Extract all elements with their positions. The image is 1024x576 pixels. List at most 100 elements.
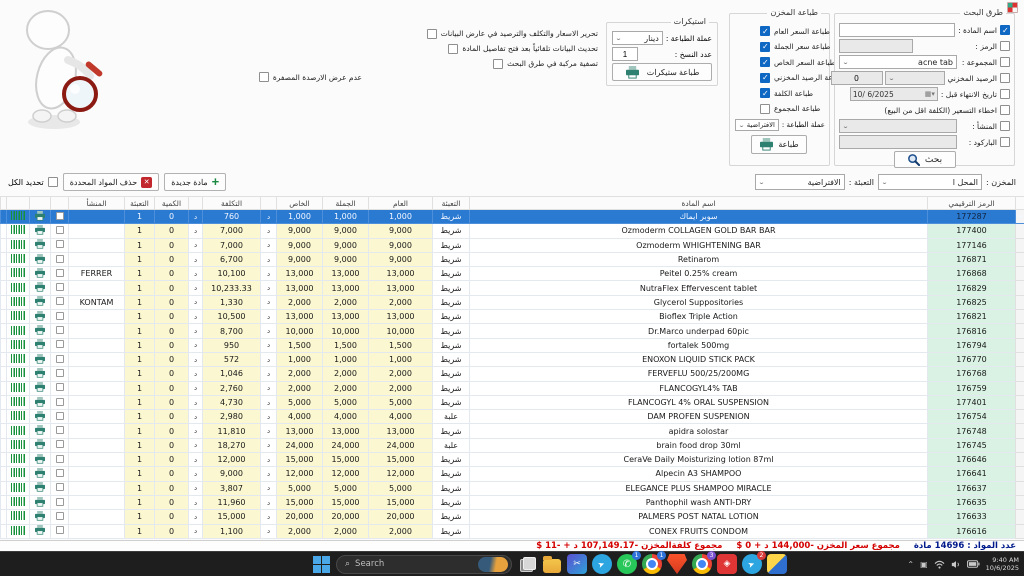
print-inventory-button[interactable]: طباعة (751, 135, 807, 154)
cell-public-price[interactable]: 10,000 (369, 324, 433, 338)
cell-code[interactable]: 177287 (928, 210, 1016, 224)
group-select[interactable]: acne tab ⌄ (839, 55, 957, 69)
cell-origin[interactable] (69, 424, 125, 438)
table-row[interactable]: 176635 Panthophil wash ANTI-DRY شريط 15,… (1, 495, 1024, 509)
cell-name[interactable]: PALMERS POST NATAL LOTION (470, 510, 928, 524)
cell-print[interactable] (30, 395, 51, 409)
cell-barcode[interactable] (7, 252, 30, 266)
cell-code[interactable]: 176794 (928, 338, 1016, 352)
cell-special-price[interactable]: 13,000 (277, 424, 323, 438)
cell-code[interactable]: 176616 (928, 524, 1016, 538)
cell-code[interactable]: 176770 (928, 352, 1016, 366)
row-checkbox[interactable] (56, 283, 64, 291)
print-currency-select[interactable]: الافتراضية ⌄ (735, 119, 779, 131)
cell-barcode[interactable] (7, 453, 30, 467)
cell-origin[interactable] (69, 210, 125, 224)
cell-fill[interactable]: 1 (125, 481, 155, 495)
cell-origin[interactable] (69, 252, 125, 266)
header-code[interactable]: الرمز الترقيمي (928, 197, 1016, 210)
cell-origin[interactable] (69, 438, 125, 452)
row-checkbox[interactable] (56, 498, 64, 506)
cell-cost[interactable]: 2,980 (203, 410, 261, 424)
cell-cost[interactable]: 4,730 (203, 395, 261, 409)
cell-barcode[interactable] (7, 395, 30, 409)
select-all-option[interactable]: تحديد الكل (8, 177, 58, 187)
cell-name[interactable]: CeraVe Daily Moisturizing lotion 87ml (470, 453, 928, 467)
cell-public-price[interactable]: 2,000 (369, 381, 433, 395)
cell-name[interactable]: apidra solostar (470, 424, 928, 438)
misc-app-icon[interactable] (767, 554, 787, 574)
table-row[interactable]: 176770 ENOXON LIQUID STICK PACK شريط 1,0… (1, 352, 1024, 366)
row-checkbox[interactable] (56, 340, 64, 348)
cell-row-select[interactable] (51, 495, 69, 509)
table-row[interactable]: 176748 apidra solostar شريط 13,000 13,00… (1, 424, 1024, 438)
cell-row-select[interactable] (51, 395, 69, 409)
cell-row-select[interactable] (51, 467, 69, 481)
cell-fill[interactable]: 1 (125, 224, 155, 238)
cell-special-price[interactable]: 2,000 (277, 367, 323, 381)
cell-public-price[interactable]: 13,000 (369, 310, 433, 324)
cell-barcode[interactable] (7, 467, 30, 481)
cell-fill[interactable]: 1 (125, 424, 155, 438)
table-row[interactable]: 176616 CONEX FRUITS CONDOM شريط 2,000 2,… (1, 524, 1024, 538)
cell-wholesale-price[interactable]: 5,000 (323, 481, 369, 495)
cell-print[interactable] (30, 510, 51, 524)
cell-code[interactable]: 176754 (928, 410, 1016, 424)
row-checkbox[interactable] (56, 369, 64, 377)
print-stock-balance-checkbox[interactable] (760, 73, 770, 83)
brave-browser-icon[interactable] (667, 554, 687, 574)
cell-code[interactable]: 176768 (928, 367, 1016, 381)
cell-cost[interactable]: 3,807 (203, 481, 261, 495)
search-by-name-checkbox[interactable] (1000, 25, 1010, 35)
start-button[interactable] (312, 555, 331, 574)
cell-public-price[interactable]: 13,000 (369, 281, 433, 295)
cell-row-select[interactable] (51, 238, 69, 252)
print-total-checkbox[interactable] (760, 104, 770, 114)
search-by-balance-checkbox[interactable] (1000, 73, 1010, 83)
table-row[interactable]: 177401 FLANCOGYL 4% ORAL SUSPENSION شريط… (1, 395, 1024, 409)
cell-public-price[interactable]: 15,000 (369, 495, 433, 509)
table-row[interactable]: 176825 Glycerol Suppositories شريط 2,000… (1, 295, 1024, 309)
cell-origin[interactable]: KONTAM (69, 295, 125, 309)
cell-special-price[interactable]: 15,000 (277, 495, 323, 509)
cell-barcode[interactable] (7, 281, 30, 295)
cell-row-select[interactable] (51, 324, 69, 338)
cell-print[interactable] (30, 481, 51, 495)
cell-origin[interactable] (69, 352, 125, 366)
cell-row-select[interactable] (51, 210, 69, 224)
search-by-group-checkbox[interactable] (1000, 57, 1010, 67)
table-row[interactable]: 177146 Ozmoderm WHIGHTENING BAR شريط 9,0… (1, 238, 1024, 252)
option-edit-prices-checkbox[interactable] (427, 29, 437, 39)
cell-special-price[interactable]: 12,000 (277, 467, 323, 481)
cell-name[interactable]: ENOXON LIQUID STICK PACK (470, 352, 928, 366)
cell-name[interactable]: Ozmoderm WHIGHTENING BAR (470, 238, 928, 252)
whatsapp-icon[interactable]: 1 (617, 554, 637, 574)
taskbar-search-box[interactable]: ⌕ Search (336, 555, 512, 574)
select-all-checkbox[interactable] (48, 177, 58, 187)
delete-selected-button[interactable]: ✕ حذف المواد المحددة (63, 173, 160, 191)
cell-row-select[interactable] (51, 295, 69, 309)
cell-quantity[interactable]: 0 (155, 310, 189, 324)
row-checkbox[interactable] (56, 383, 64, 391)
cell-print[interactable] (30, 210, 51, 224)
cell-name[interactable]: Alpecin A3 SHAMPOO (470, 467, 928, 481)
cell-origin[interactable] (69, 395, 125, 409)
cell-name[interactable]: Bioflex Triple Action (470, 310, 928, 324)
red-app-icon[interactable] (717, 554, 737, 574)
cell-code[interactable]: 176745 (928, 438, 1016, 452)
cell-origin[interactable] (69, 410, 125, 424)
search-by-expiry-checkbox[interactable] (1000, 89, 1010, 99)
cell-fill[interactable]: 1 (125, 238, 155, 252)
cell-cost[interactable]: 7,000 (203, 238, 261, 252)
cell-row-select[interactable] (51, 338, 69, 352)
cell-barcode[interactable] (7, 381, 30, 395)
print-wholesale-price-checkbox[interactable] (760, 42, 770, 52)
cell-special-price[interactable]: 13,000 (277, 267, 323, 281)
tray-app-icon[interactable]: ▣ (920, 560, 928, 569)
cell-wholesale-price[interactable]: 13,000 (323, 424, 369, 438)
cell-name[interactable]: Retinarom (470, 252, 928, 266)
cell-pack[interactable]: شريط (433, 238, 470, 252)
cell-public-price[interactable]: 20,000 (369, 510, 433, 524)
cell-code[interactable]: 176635 (928, 495, 1016, 509)
row-checkbox[interactable] (56, 326, 64, 334)
